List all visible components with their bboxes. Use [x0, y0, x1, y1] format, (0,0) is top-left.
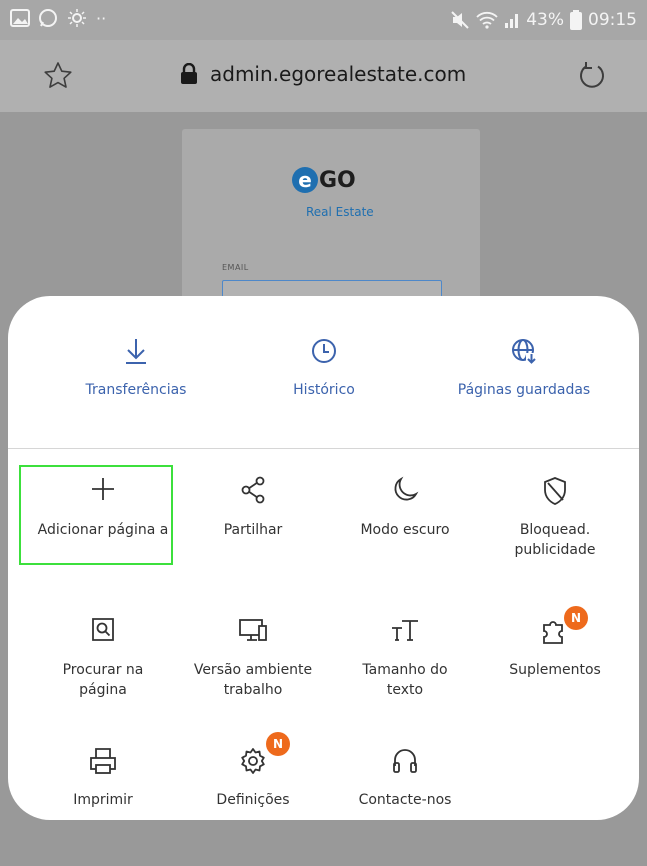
menu-dark-mode[interactable]: Modo escuro — [330, 476, 480, 540]
wifi-icon — [476, 11, 498, 29]
menu-print[interactable]: Imprimir — [28, 746, 178, 810]
logo-letter: e — [292, 167, 318, 193]
saved-pages-icon — [512, 339, 537, 364]
menu-history[interactable]: Histórico — [224, 336, 424, 398]
menu-downloads-label: Transferências — [85, 382, 187, 398]
menu-ad-block[interactable]: Bloquead. publicidade — [480, 476, 630, 560]
logo-subtitle: Real Estate — [306, 205, 374, 219]
shield-icon — [544, 477, 566, 505]
status-bar: ·· 43% 09:15 — [0, 0, 647, 40]
ego-logo: e GO — [292, 167, 356, 193]
menu-settings-label: Definições — [216, 792, 290, 808]
add-ons-new-badge: N — [564, 606, 588, 630]
signal-icon — [505, 14, 519, 28]
printer-icon — [90, 748, 116, 774]
menu-find-in-page-label: Procurar na página — [62, 662, 144, 698]
whatsapp-icon — [39, 9, 57, 27]
email-label: EMAIL — [222, 263, 249, 272]
menu-divider — [8, 448, 639, 449]
reload-icon[interactable] — [574, 58, 610, 94]
browser-toolbar: admin.egorealestate.com — [0, 40, 647, 112]
menu-print-label: Imprimir — [73, 792, 133, 808]
share-icon — [241, 476, 265, 504]
address-bar[interactable]: admin.egorealestate.com — [180, 62, 466, 86]
brightness-icon — [68, 9, 86, 27]
menu-dark-mode-label: Modo escuro — [360, 522, 450, 538]
mute-icon — [451, 11, 469, 29]
menu-downloads[interactable]: Transferências — [36, 336, 236, 398]
menu-text-size-label: Tamanho do texto — [362, 662, 448, 698]
menu-saved-pages[interactable]: Páginas guardadas — [424, 336, 624, 398]
gear-icon — [241, 748, 265, 774]
menu-history-label: Histórico — [293, 382, 355, 398]
menu-top-row: Transferências Histórico Páginas guardad… — [8, 296, 639, 446]
menu-contact-us-label: Contacte-nos — [358, 792, 452, 808]
menu-share-label: Partilhar — [223, 522, 283, 538]
menu-saved-pages-label: Páginas guardadas — [457, 382, 591, 398]
menu-find-in-page[interactable]: Procurar na página — [28, 616, 178, 700]
menu-contact-us[interactable]: Contacte-nos — [330, 746, 480, 810]
headset-icon — [393, 749, 417, 773]
find-in-page-icon — [92, 618, 114, 641]
menu-text-size[interactable]: Tamanho do texto — [330, 616, 480, 700]
battery-percent: 43% — [526, 10, 564, 30]
url-text[interactable]: admin.egorealestate.com — [210, 62, 466, 86]
clock-icon — [312, 339, 336, 363]
page-bottom-strip — [0, 838, 647, 866]
settings-new-badge: N — [266, 732, 290, 756]
bookmark-star-icon[interactable] — [42, 60, 74, 92]
selection-highlight — [19, 465, 173, 565]
logo-text: GO — [319, 167, 356, 193]
menu-desktop-version-label: Versão ambiente trabalho — [193, 662, 313, 698]
status-system-icons: 43% 09:15 — [450, 10, 637, 30]
desktop-icon — [239, 619, 267, 641]
more-notifications-icon: ·· — [96, 8, 107, 28]
battery-icon — [570, 10, 582, 30]
clock-time: 09:15 — [588, 10, 637, 30]
download-icon — [126, 339, 146, 364]
moon-icon — [394, 476, 419, 501]
menu-settings[interactable]: N Definições — [178, 732, 328, 810]
menu-ad-block-label: Bloquead. publicidade — [514, 522, 596, 558]
menu-add-ons[interactable]: N Suplementos — [480, 606, 630, 680]
lock-icon — [181, 63, 197, 84]
menu-desktop-version[interactable]: Versão ambiente trabalho — [178, 616, 328, 700]
gallery-icon — [10, 9, 30, 27]
text-size-icon — [392, 620, 418, 641]
menu-add-ons-label: Suplementos — [509, 662, 601, 678]
menu-share[interactable]: Partilhar — [178, 476, 328, 540]
status-notification-icons: ·· — [10, 8, 106, 28]
